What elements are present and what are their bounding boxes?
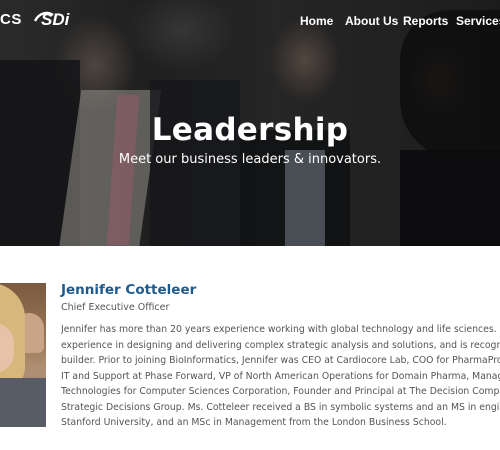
bio-line: Stanford University, and an MSc in Manag… [61,417,447,428]
profile-role: Chief Executive Officer [61,302,170,313]
bio-line: IT and Support at Phase Forward, VP of N… [61,370,500,382]
top-navigation: CS SDi Home About Us Reports Services [0,0,500,42]
profile-name: Jennifer Cotteleer [61,282,197,298]
nav-home[interactable]: Home [300,14,333,28]
nav-services[interactable]: Services [456,14,500,28]
nav-about-us[interactable]: About Us [345,14,398,28]
bio-line: experience in designing and delivering c… [61,339,500,351]
hero-banner: CS SDi Home About Us Reports Services Le… [0,0,500,246]
bio-line: Technologies for Computer Sciences Corpo… [61,386,500,397]
page-subtitle: Meet our business leaders & innovators. [118,152,382,167]
bio-line: Jennifer has more than 20 years experien… [61,324,500,335]
brand-text-fragment: CS [0,11,22,28]
bio-line: Strategic Decisions Group. Ms. Cotteleer… [61,401,500,413]
page-title: Leadership [151,112,349,148]
svg-text:SDi: SDi [41,10,71,29]
sdi-logo[interactable]: SDi [33,7,75,29]
bio-line: builder. Prior to joining BioInformatics… [61,355,500,366]
nav-reports[interactable]: Reports [403,14,448,28]
profile-photo [0,283,46,427]
profile-bio: Jennifer has more than 20 years experien… [61,322,500,432]
